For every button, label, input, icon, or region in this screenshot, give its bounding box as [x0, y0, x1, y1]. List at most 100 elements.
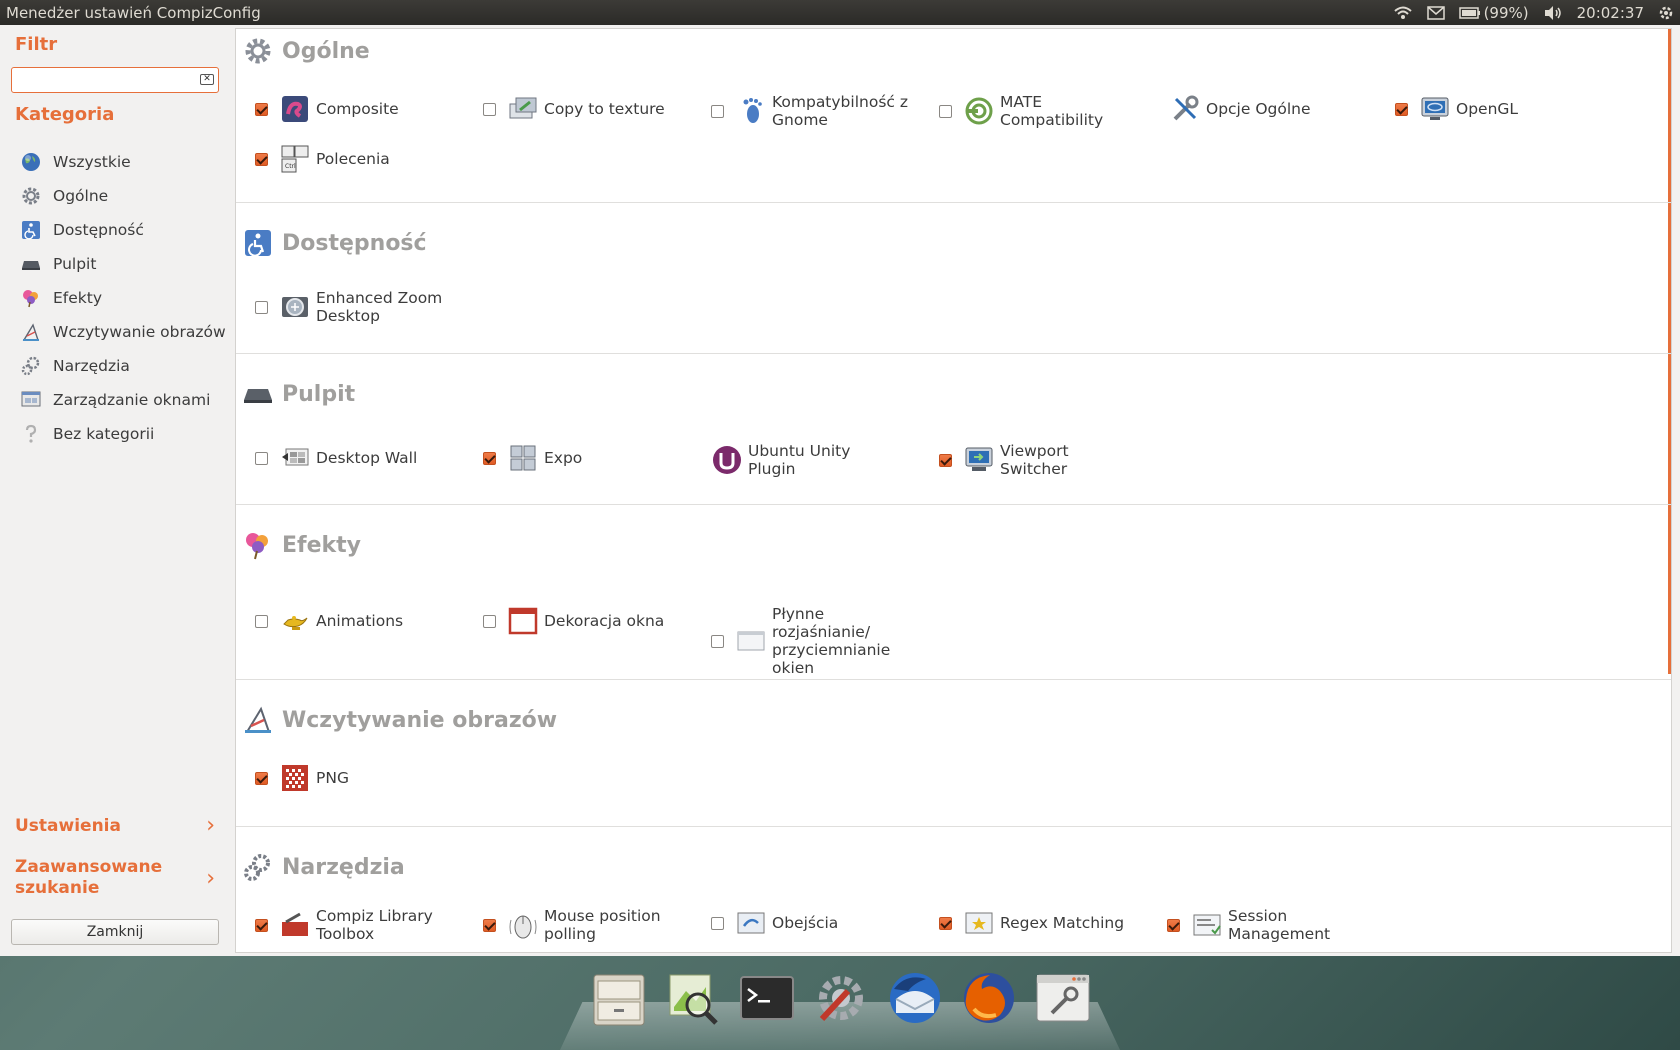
checkbox[interactable]: [483, 451, 496, 465]
checkbox[interactable]: [939, 916, 952, 930]
section-header: Pulpit: [242, 378, 355, 410]
terminal-icon[interactable]: [736, 967, 798, 1029]
plugin-copy-to-texture[interactable]: Copy to texture: [483, 93, 684, 125]
image-viewer-icon[interactable]: [662, 967, 724, 1029]
unity-icon: [711, 444, 743, 476]
section-efekty: Efekty Animations Dekoracja okna Płynne …: [236, 505, 1671, 680]
category-item-efekty[interactable]: Efekty: [20, 281, 230, 315]
gear-icon: [20, 185, 42, 207]
clear-filter-icon[interactable]: ✕: [200, 74, 214, 85]
plugin-viewport-switcher[interactable]: Viewport Switcher: [939, 442, 1140, 478]
checkbox[interactable]: [483, 102, 496, 116]
plugin-plynne-rozjasnianie[interactable]: Płynne rozjaśnianie/ przyciemnianie okie…: [711, 605, 892, 677]
checkbox[interactable]: [255, 300, 268, 314]
checkbox[interactable]: [255, 451, 268, 465]
checkbox[interactable]: [483, 918, 496, 932]
checkbox[interactable]: [711, 104, 724, 118]
checkbox[interactable]: [483, 614, 496, 628]
desktop-wall-icon: [279, 442, 311, 474]
globe-icon: [20, 151, 42, 173]
dock: [560, 957, 1120, 1050]
plugin-opcje-ogolne[interactable]: Opcje Ogólne: [1167, 93, 1346, 125]
checkbox[interactable]: [255, 102, 268, 116]
category-item-wszystkie[interactable]: Wszystkie: [20, 145, 230, 179]
battery-percent: (99%): [1483, 3, 1529, 22]
plugin-opengl[interactable]: OpenGL: [1395, 93, 1596, 125]
firefox-icon[interactable]: [958, 967, 1020, 1029]
top-panel: Menedżer ustawień CompizConfig (99%) 20:…: [0, 0, 1680, 25]
plugin-label: Compiz Library Toolbox: [316, 907, 433, 943]
category-list: Wszystkie Ogólne Dostępność Pulpit Efekt…: [20, 145, 230, 451]
checkbox[interactable]: [255, 918, 268, 932]
plugin-png[interactable]: PNG: [255, 762, 456, 794]
session-gear-icon[interactable]: [1658, 5, 1674, 21]
settings-tool-icon[interactable]: [810, 967, 872, 1029]
plugin-session-management[interactable]: Session Management: [1167, 907, 1368, 943]
plugin-label: Opcje Ogólne: [1206, 100, 1311, 118]
wifi-icon[interactable]: [1393, 5, 1413, 21]
filter-input[interactable]: [12, 68, 187, 92]
checkbox[interactable]: [255, 771, 268, 785]
category-item-bez-kategorii[interactable]: Bez kategorii: [20, 417, 230, 451]
plugin-desktop-wall[interactable]: Desktop Wall: [255, 442, 456, 474]
plugin-enhanced-zoom-desktop[interactable]: Enhanced Zoom Desktop: [255, 289, 456, 325]
category-label: Wczytywanie obrazów: [53, 323, 226, 341]
plugin-dekoracja-okna[interactable]: Dekoracja okna: [483, 605, 684, 637]
regex-icon: [963, 907, 995, 939]
category-item-wczytywanie-obrazow[interactable]: Wczytywanie obrazów: [20, 315, 230, 349]
session-icon: [1191, 909, 1223, 941]
mail-icon[interactable]: [1426, 5, 1445, 20]
checkbox[interactable]: [939, 453, 952, 467]
category-item-zarzadzanie-oknami[interactable]: Zarządzanie oknami: [20, 383, 230, 417]
sidebar: Filtr ✕ Kategoria Wszystkie Ogólne Dostę…: [0, 25, 235, 956]
plugin-polecenia[interactable]: Ctrl Polecenia: [255, 143, 456, 175]
advanced-search-link[interactable]: Zaawansowane szukanie ›: [15, 857, 215, 899]
plugin-animations[interactable]: Animations: [255, 605, 456, 637]
settings-link[interactable]: Ustawienia ›: [15, 813, 215, 838]
volume-icon[interactable]: [1543, 5, 1563, 21]
plugin-label: Composite: [316, 100, 399, 118]
checkbox[interactable]: [711, 916, 724, 930]
plugin-obejscia[interactable]: Obejścia: [711, 907, 912, 939]
close-button[interactable]: Zamknij: [11, 919, 219, 945]
section-title: Pulpit: [282, 381, 356, 407]
thunderbird-icon[interactable]: [884, 967, 946, 1029]
plugin-label: Enhanced Zoom Desktop: [316, 289, 443, 325]
file-cabinet-icon[interactable]: [588, 967, 650, 1029]
desktop-icon: [242, 378, 274, 410]
image-loading-icon: [242, 704, 274, 736]
desktop-icon: [20, 253, 42, 275]
magic-lamp-icon: [279, 605, 311, 637]
plugin-kompatybilnosc-z-gnome[interactable]: Kompatybilność z Gnome: [711, 93, 912, 129]
checkbox[interactable]: [939, 104, 952, 118]
filter-field[interactable]: ✕: [11, 67, 219, 93]
plugin-mouse-position-polling[interactable]: Mouse position polling: [483, 907, 684, 943]
plugin-label: PNG: [316, 769, 349, 787]
accessibility-icon: [20, 219, 42, 241]
battery-indicator[interactable]: (99%): [1458, 3, 1529, 22]
checkbox[interactable]: [1167, 918, 1180, 932]
compizconfig-window: Filtr ✕ Kategoria Wszystkie Ogólne Dostę…: [0, 25, 1680, 956]
plugin-regex-matching[interactable]: Regex Matching: [939, 907, 1140, 939]
plugin-label: MATE Compatibility: [1000, 93, 1104, 129]
category-item-pulpit[interactable]: Pulpit: [20, 247, 230, 281]
window-tool-icon[interactable]: [1032, 967, 1094, 1029]
window-management-icon: [20, 389, 42, 411]
mate-icon: [963, 95, 995, 127]
plugin-expo[interactable]: Expo: [483, 442, 684, 474]
checkbox[interactable]: [255, 152, 268, 166]
plugin-label: Viewport Switcher: [1000, 442, 1069, 478]
plugin-composite[interactable]: Composite: [255, 93, 456, 125]
svg-text:Ctrl: Ctrl: [285, 163, 296, 170]
plugin-compiz-library-toolbox[interactable]: Compiz Library Toolbox: [255, 907, 456, 943]
checkbox[interactable]: [1395, 102, 1408, 116]
category-item-dostepnosc[interactable]: Dostępność: [20, 213, 230, 247]
clock[interactable]: 20:02:37: [1577, 4, 1644, 22]
category-item-ogolne[interactable]: Ogólne: [20, 179, 230, 213]
category-item-narzedzia[interactable]: Narzędzia: [20, 349, 230, 383]
plugin-mate-compatibility[interactable]: MATE Compatibility: [939, 93, 1140, 129]
checkbox[interactable]: [255, 614, 268, 628]
accessibility-icon: [242, 227, 274, 259]
checkbox[interactable]: [711, 634, 724, 648]
plugin-ubuntu-unity[interactable]: Ubuntu Unity Plugin: [711, 442, 888, 478]
